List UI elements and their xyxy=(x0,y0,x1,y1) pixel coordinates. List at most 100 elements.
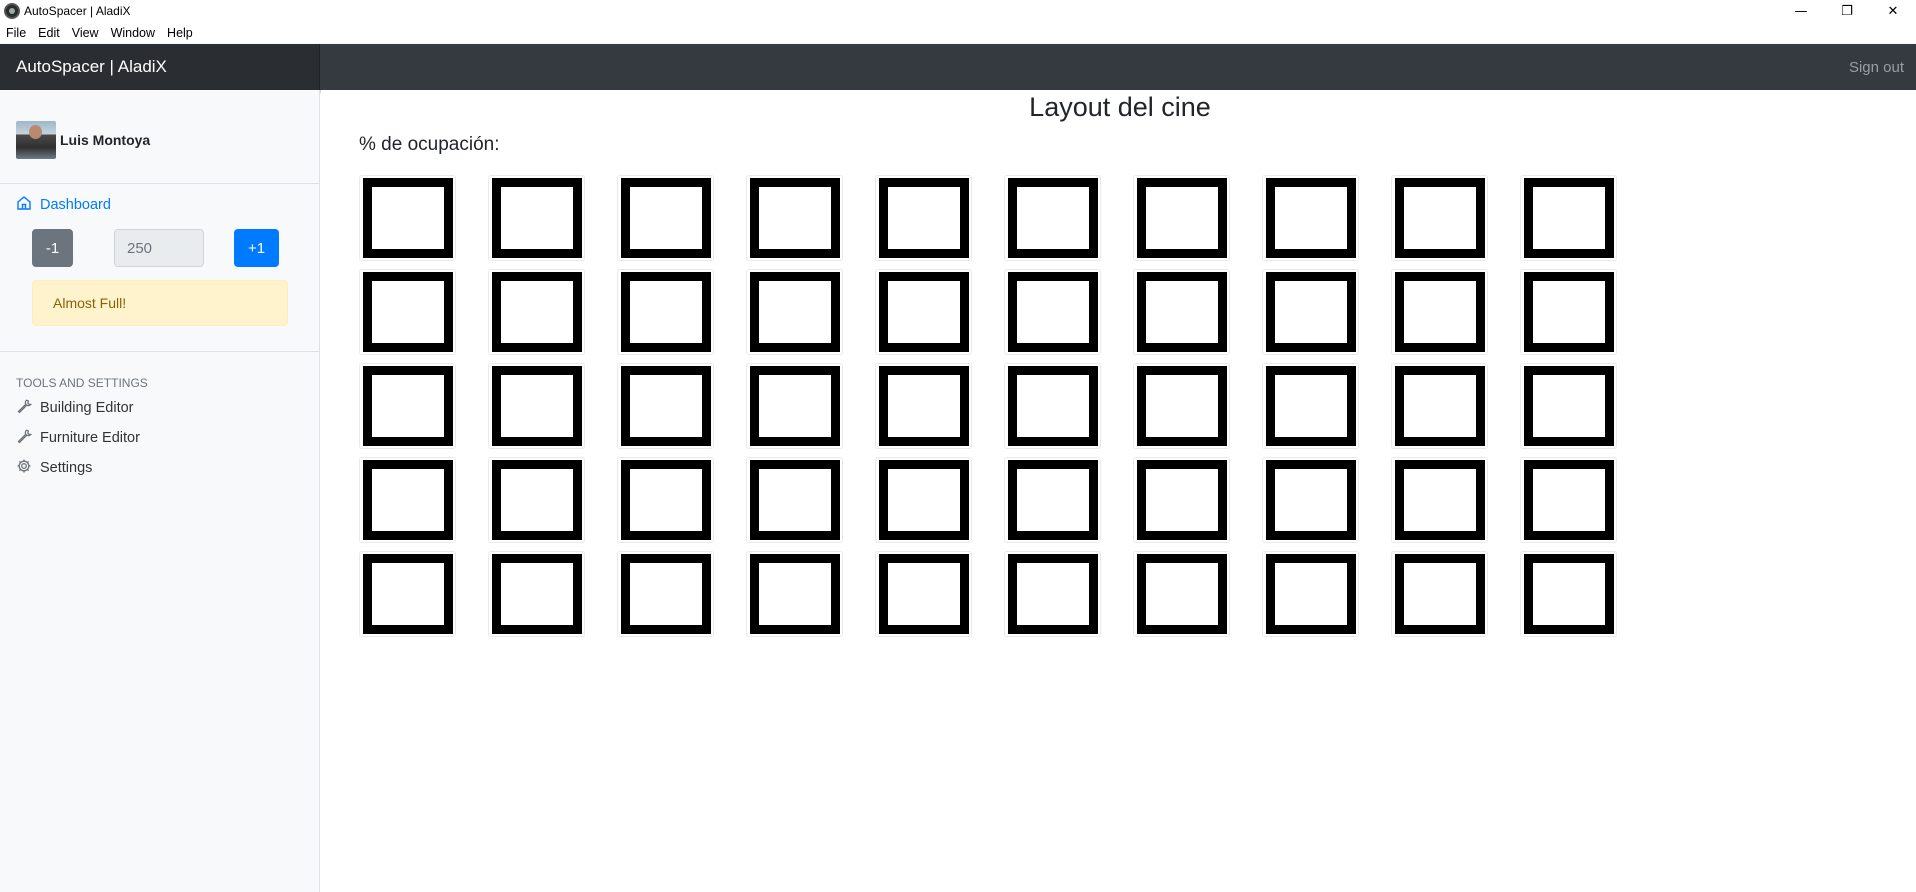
seat xyxy=(491,460,582,540)
seat xyxy=(878,178,969,258)
seat xyxy=(1394,178,1485,258)
brand-link[interactable]: AutoSpacer | AladiX xyxy=(0,44,320,90)
seat xyxy=(362,460,453,540)
seat-card[interactable] xyxy=(359,363,456,449)
seat-card[interactable] xyxy=(1133,551,1230,637)
seat xyxy=(362,272,453,352)
seat-card[interactable] xyxy=(1004,269,1101,355)
menu-file[interactable]: File xyxy=(0,26,32,40)
seat-card[interactable] xyxy=(1520,175,1617,261)
increment-button[interactable]: +1 xyxy=(234,229,279,267)
seat-card[interactable] xyxy=(617,363,714,449)
menu-view[interactable]: View xyxy=(66,26,105,40)
seat-card[interactable] xyxy=(359,551,456,637)
seat-card[interactable] xyxy=(359,269,456,355)
seat-card[interactable] xyxy=(746,269,843,355)
close-button[interactable]: ✕ xyxy=(1870,0,1916,22)
menu-edit[interactable]: Edit xyxy=(32,26,66,40)
seat xyxy=(1523,366,1614,446)
seat-card[interactable] xyxy=(1004,363,1101,449)
seat-card[interactable] xyxy=(617,551,714,637)
sidebar-item-settings[interactable]: Settings xyxy=(0,456,319,480)
seat xyxy=(1007,460,1098,540)
seat xyxy=(1523,272,1614,352)
seat-card[interactable] xyxy=(488,363,585,449)
seat-card[interactable] xyxy=(1391,457,1488,543)
seat-card[interactable] xyxy=(359,457,456,543)
seat-card[interactable] xyxy=(1133,269,1230,355)
seat-card[interactable] xyxy=(1262,363,1359,449)
seat xyxy=(1265,272,1356,352)
sidebar-item-furniture-editor[interactable]: Furniture Editor xyxy=(0,426,319,450)
seat-card[interactable] xyxy=(1262,551,1359,637)
seat xyxy=(1265,366,1356,446)
seat-card[interactable] xyxy=(1520,269,1617,355)
restore-button[interactable]: ❐ xyxy=(1824,0,1870,22)
occupancy-count-field[interactable]: 250 xyxy=(114,229,204,267)
seat-card[interactable] xyxy=(746,363,843,449)
seat xyxy=(1007,554,1098,634)
seat xyxy=(362,554,453,634)
wrench-icon xyxy=(16,428,40,448)
seat-card[interactable] xyxy=(1520,457,1617,543)
seat xyxy=(1265,178,1356,258)
seat-card[interactable] xyxy=(1520,551,1617,637)
minimize-button[interactable]: — xyxy=(1778,0,1824,22)
seat-card[interactable] xyxy=(488,175,585,261)
sign-out-link[interactable]: Sign out xyxy=(1849,44,1904,90)
seat-card[interactable] xyxy=(875,363,972,449)
seat-card[interactable] xyxy=(875,551,972,637)
seat-card[interactable] xyxy=(488,551,585,637)
seat-card[interactable] xyxy=(1133,363,1230,449)
sidebar-item-dashboard[interactable]: Dashboard xyxy=(0,194,319,216)
seat-card[interactable] xyxy=(875,175,972,261)
seat-card[interactable] xyxy=(617,269,714,355)
seat-card[interactable] xyxy=(746,551,843,637)
menu-window[interactable]: Window xyxy=(105,26,161,40)
seat-card[interactable] xyxy=(1391,269,1488,355)
capacity-alert: Almost Full! xyxy=(32,280,288,326)
home-icon xyxy=(16,195,40,215)
seat xyxy=(749,554,840,634)
seat-card[interactable] xyxy=(875,269,972,355)
seat-card[interactable] xyxy=(1262,269,1359,355)
seat xyxy=(491,178,582,258)
seat xyxy=(620,460,711,540)
seat xyxy=(1007,272,1098,352)
seat-card[interactable] xyxy=(1004,457,1101,543)
seat-card[interactable] xyxy=(1133,457,1230,543)
seat-card[interactable] xyxy=(617,457,714,543)
seat-card[interactable] xyxy=(488,269,585,355)
seat xyxy=(1136,554,1227,634)
sidebar-item-label: Building Editor xyxy=(40,400,134,416)
seat xyxy=(749,178,840,258)
seat xyxy=(362,366,453,446)
seat-card[interactable] xyxy=(1391,175,1488,261)
seat xyxy=(749,272,840,352)
seat-card[interactable] xyxy=(746,457,843,543)
decrement-button[interactable]: -1 xyxy=(32,229,73,267)
seat-card[interactable] xyxy=(1391,363,1488,449)
seat-card[interactable] xyxy=(746,175,843,261)
seat-card[interactable] xyxy=(1004,175,1101,261)
seat-card[interactable] xyxy=(359,175,456,261)
seat xyxy=(620,366,711,446)
seat xyxy=(1394,554,1485,634)
sidebar-item-building-editor[interactable]: Building Editor xyxy=(0,396,319,420)
seat-card[interactable] xyxy=(1262,457,1359,543)
seat-card[interactable] xyxy=(875,457,972,543)
window-titlebar: AutoSpacer | AladiX — ❐ ✕ xyxy=(0,0,1916,22)
seat xyxy=(1007,366,1098,446)
seat-card[interactable] xyxy=(1262,175,1359,261)
sidebar-item-label: Dashboard xyxy=(40,197,111,213)
seat-card[interactable] xyxy=(617,175,714,261)
menu-help[interactable]: Help xyxy=(161,26,199,40)
user-profile: Luis Montoya xyxy=(0,90,319,184)
seat xyxy=(1523,178,1614,258)
app-icon xyxy=(4,3,20,19)
seat-card[interactable] xyxy=(1133,175,1230,261)
seat-card[interactable] xyxy=(488,457,585,543)
seat-card[interactable] xyxy=(1391,551,1488,637)
seat-card[interactable] xyxy=(1004,551,1101,637)
seat-card[interactable] xyxy=(1520,363,1617,449)
